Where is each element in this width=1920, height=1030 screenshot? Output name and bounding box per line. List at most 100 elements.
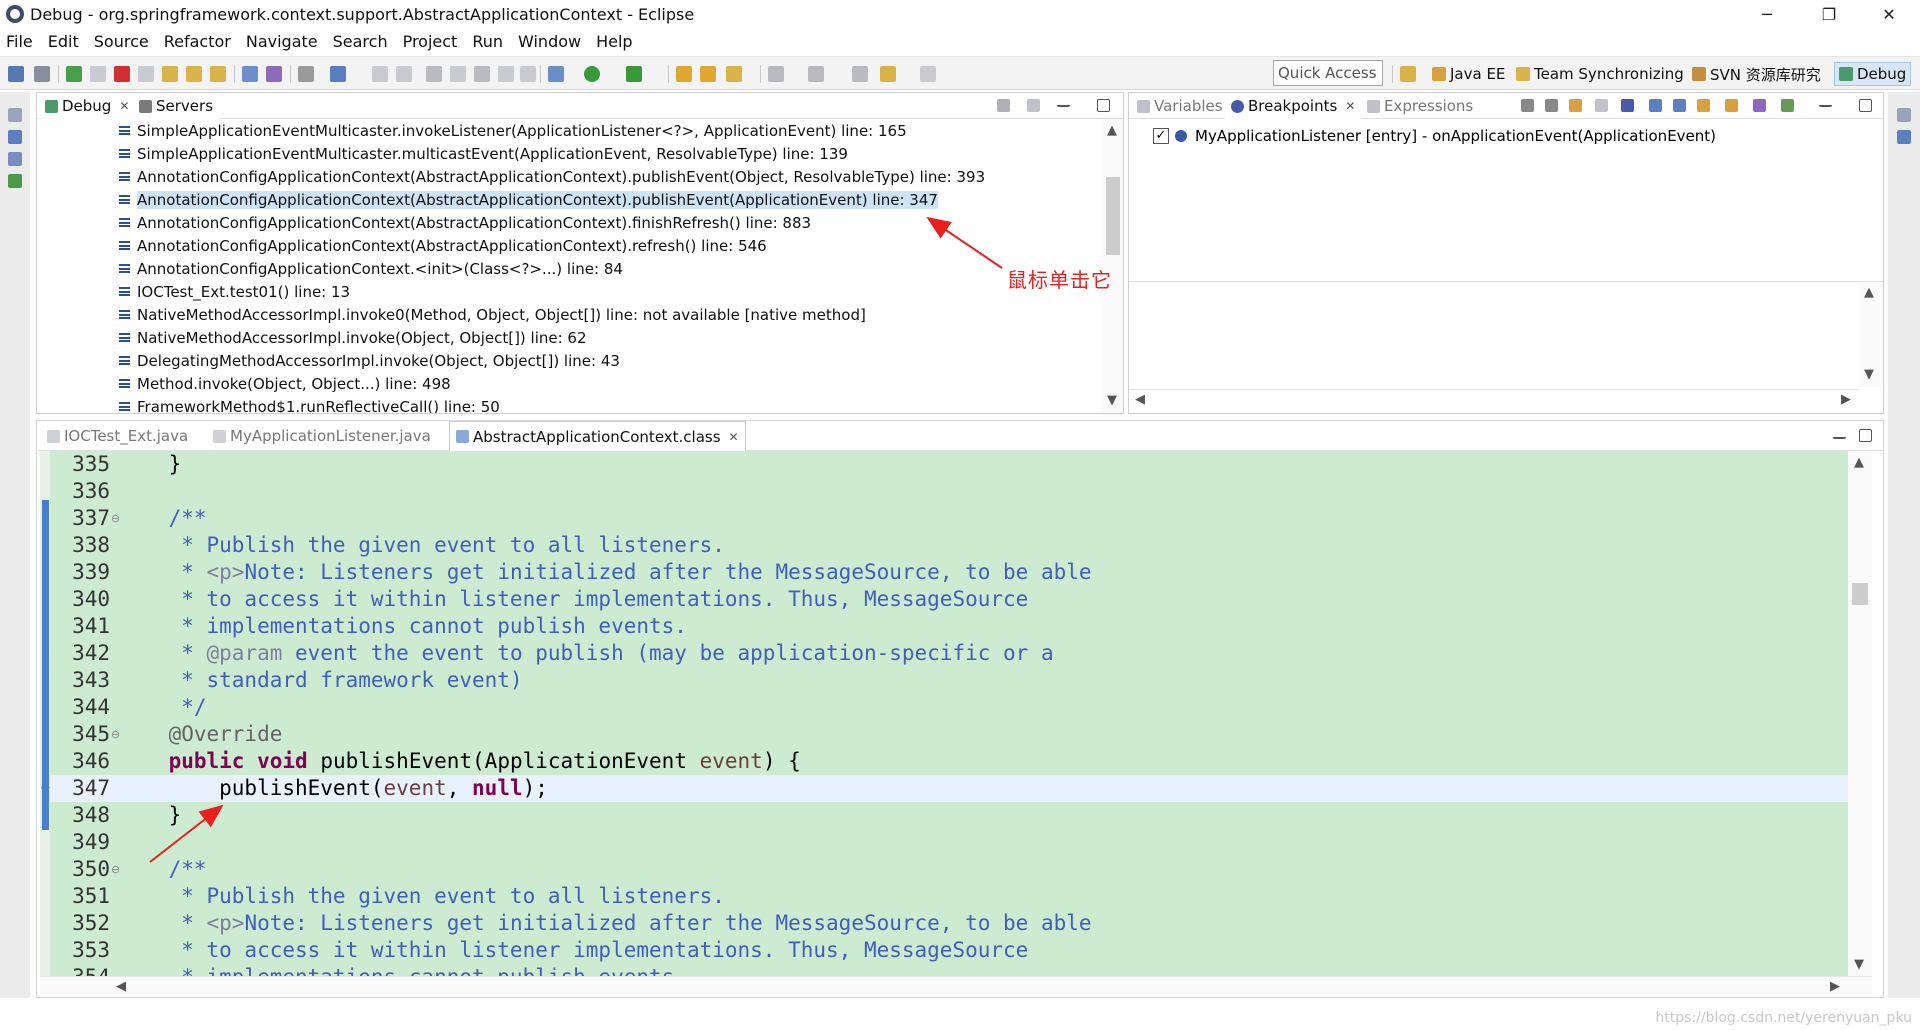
tab-expressions[interactable]: Expressions <box>1361 93 1479 119</box>
close-breakpoints-tab-icon[interactable]: ✕ <box>1345 99 1355 113</box>
show-supported-icon[interactable] <box>1569 99 1582 112</box>
tab-abstractapplicationcontext[interactable]: AbstractApplicationContext.class ✕ <box>449 421 746 451</box>
remove-all-breakpoints-icon[interactable] <box>1545 99 1558 112</box>
run-icon[interactable] <box>584 66 600 82</box>
maximize-editor-icon[interactable] <box>1859 429 1872 442</box>
export-breakpoints-icon[interactable] <box>1781 99 1794 112</box>
code-line[interactable]: 352 * <p>Note: Listeners get initialized… <box>50 910 1848 937</box>
drop-to-frame-icon[interactable] <box>266 66 282 82</box>
tab-ioctest-ext[interactable]: IOCTest_Ext.java <box>41 421 194 451</box>
step-over-icon[interactable] <box>186 66 202 82</box>
code-line[interactable]: 335 } <box>50 451 1848 478</box>
terminate-icon[interactable] <box>114 66 130 82</box>
perspective-svn[interactable]: SVN 资源库研究 <box>1688 62 1825 86</box>
menu-search[interactable]: Search <box>333 32 388 51</box>
close-editor-tab-icon[interactable]: ✕ <box>729 430 739 444</box>
coverage-icon[interactable] <box>626 66 642 82</box>
minimize-view-icon[interactable] <box>1057 99 1070 107</box>
next-annotation-icon[interactable] <box>768 66 784 82</box>
minimize-button[interactable]: ─ <box>1744 0 1790 28</box>
tab-variables[interactable]: Variables <box>1131 93 1229 119</box>
menu-run[interactable]: Run <box>472 32 503 51</box>
menu-refactor[interactable]: Refactor <box>164 32 231 51</box>
code-line[interactable]: 350 ⊖ /** <box>50 856 1848 883</box>
back-icon[interactable] <box>880 66 896 82</box>
perspective-debug[interactable]: Debug <box>1834 62 1912 86</box>
go-to-file-icon[interactable] <box>1595 99 1608 112</box>
tab-myapplicationlistener[interactable]: MyApplicationListener.java <box>207 421 437 451</box>
import-breakpoints-icon[interactable] <box>1753 99 1766 112</box>
menu-file[interactable]: File <box>6 32 33 51</box>
code-line[interactable]: 340 * to access it within listener imple… <box>50 586 1848 613</box>
detail-scroll-right-icon[interactable]: ▶ <box>1841 392 1851 407</box>
step-into-icon[interactable] <box>162 66 178 82</box>
editor-scroll-thumb[interactable] <box>1852 583 1868 605</box>
code-line[interactable]: 348 } <box>50 802 1848 829</box>
code-line[interactable]: 354 * implementations cannot publish eve… <box>50 964 1848 976</box>
collapse-all-icon[interactable] <box>1673 99 1686 112</box>
code-editor[interactable]: 335 } 336 337 ⊖ /** 338 * Publish the given … <box>50 451 1848 976</box>
code-line[interactable]: 336 <box>50 478 1848 505</box>
close-window-button[interactable]: ✕ <box>1866 0 1912 28</box>
debug-run-icon[interactable] <box>548 66 564 82</box>
use-step-filters-icon[interactable] <box>242 66 258 82</box>
maximize-bp-view-icon[interactable] <box>1859 99 1872 112</box>
suspend-icon[interactable] <box>90 66 106 82</box>
editor-scroll-right-icon[interactable]: ▶ <box>1830 979 1840 994</box>
add-exception-icon[interactable] <box>1725 99 1738 112</box>
print-icon[interactable] <box>372 66 388 82</box>
save-icon[interactable] <box>330 66 346 82</box>
editor-hscrollbar[interactable]: ◀ ▶ <box>40 976 1872 996</box>
detail-hscrollbar[interactable]: ◀ ▶ <box>1129 389 1859 409</box>
code-line[interactable]: 346 public void publishEvent(Application… <box>50 748 1848 775</box>
resume-icon[interactable] <box>66 66 82 82</box>
perspective-java-ee[interactable]: Java EE <box>1428 62 1509 86</box>
code-line[interactable]: 342 * @param event the event to publish … <box>50 640 1848 667</box>
stack-frame[interactable]: AnnotationConfigApplicationContext(Abstr… <box>119 165 985 188</box>
editor-scrollbar[interactable]: ▲ ▼ <box>1848 451 1872 976</box>
stack-frame[interactable]: NativeMethodAccessorImpl.invoke(Object, … <box>119 326 587 349</box>
editor-scroll-left-icon[interactable]: ◀ <box>116 979 126 994</box>
stack-frame[interactable]: SimpleApplicationEventMulticaster.invoke… <box>119 119 907 142</box>
code-line[interactable]: 351 * Publish the given event to all lis… <box>50 883 1848 910</box>
toggle-mark-icon[interactable] <box>426 66 442 82</box>
stack-frame[interactable]: FrameworkMethod$1.runReflectiveCall() li… <box>119 395 500 413</box>
skip-all-icon[interactable] <box>1621 99 1634 112</box>
outline-icon[interactable] <box>8 152 22 166</box>
editor-scroll-down-icon[interactable]: ▼ <box>1854 957 1864 972</box>
scroll-up-icon[interactable]: ▲ <box>1107 123 1117 138</box>
stack-frame[interactable]: IOCTest_Ext.test01() line: 13 <box>119 280 350 303</box>
close-debug-tab-icon[interactable]: ✕ <box>119 99 129 113</box>
skip-breakpoints-icon[interactable] <box>34 66 50 82</box>
detail-scrollbar[interactable]: ▲ ▼ <box>1859 283 1881 387</box>
editor-scroll-up-icon[interactable]: ▲ <box>1854 455 1864 470</box>
stack-frame[interactable]: AnnotationConfigApplicationContext.<init… <box>119 257 623 280</box>
stack-frame[interactable]: AnnotationConfigApplicationContext(Abstr… <box>119 188 938 211</box>
restore-right-icon[interactable] <box>1897 108 1911 122</box>
tab-breakpoints[interactable]: Breakpoints ✕ <box>1225 93 1362 119</box>
maximize-view-icon[interactable] <box>1097 99 1110 112</box>
tab-debug[interactable]: Debug ✕ <box>39 93 136 119</box>
code-line[interactable]: 338 * Publish the given event to all lis… <box>50 532 1848 559</box>
code-line[interactable]: 344 */ <box>50 694 1848 721</box>
show-whitespace-icon[interactable] <box>498 66 514 82</box>
breakpoint-item[interactable]: ✓ MyApplicationListener [entry] - onAppl… <box>1153 127 1716 145</box>
stack-frame[interactable]: DelegatingMethodAccessorImpl.invoke(Obje… <box>119 349 620 372</box>
minimize-editor-icon[interactable] <box>1833 431 1846 439</box>
package-explorer-icon[interactable] <box>8 130 22 144</box>
code-line[interactable]: 337 ⊖ /** <box>50 505 1848 532</box>
stack-frame[interactable]: AnnotationConfigApplicationContext(Abstr… <box>119 211 811 234</box>
block-select-icon[interactable] <box>474 66 490 82</box>
forward-icon[interactable] <box>920 66 936 82</box>
minimize-bp-view-icon[interactable] <box>1819 99 1832 107</box>
code-line[interactable]: 353 * to access it within listener imple… <box>50 937 1848 964</box>
code-line[interactable]: 345 ⊖ @Override <box>50 721 1848 748</box>
open-folder-icon[interactable] <box>676 66 692 82</box>
detail-scroll-up-icon[interactable]: ▲ <box>1864 285 1874 300</box>
open-perspective-icon[interactable] <box>1400 66 1416 82</box>
remove-breakpoint-icon[interactable] <box>1521 99 1534 112</box>
scroll-down-icon[interactable]: ▼ <box>1107 393 1117 408</box>
detail-scroll-down-icon[interactable]: ▼ <box>1864 367 1874 382</box>
link-with-debug-icon[interactable] <box>1697 99 1710 112</box>
word-wrap-icon[interactable] <box>520 66 536 82</box>
